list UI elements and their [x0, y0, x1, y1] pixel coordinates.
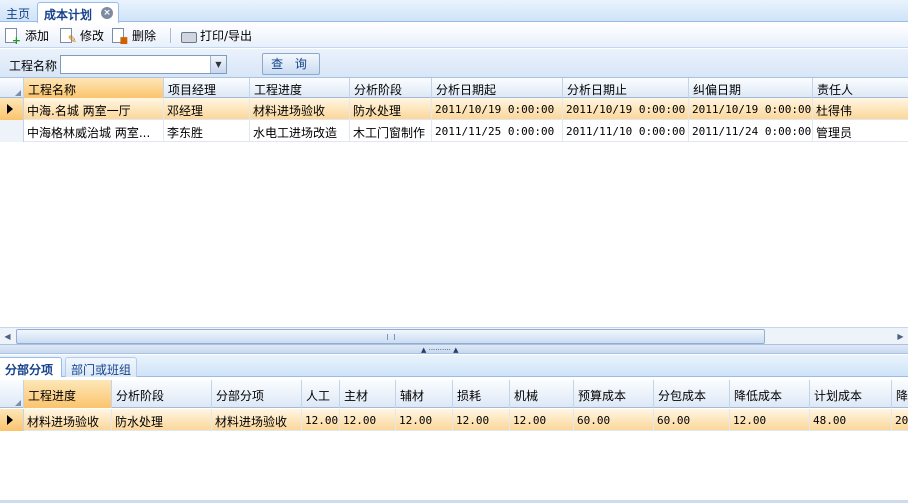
cell-responsible[interactable]: 杜得伟 [813, 98, 908, 120]
cell-progress[interactable]: 水电工进场改造 [250, 120, 350, 142]
scrollbar-thumb[interactable] [16, 329, 765, 344]
detail-grid-header: 工程进度 分析阶段 分部分项 人工 主材 辅材 损耗 机械 预算成本 分包成本 … [0, 380, 908, 408]
col-progress[interactable]: 工程进度 [250, 78, 350, 98]
cell-budget-cost[interactable]: 60.00 [574, 409, 654, 431]
main-grid: 工程名称 项目经理 工程进度 分析阶段 分析日期起 分析日期止 纠偏日期 责任人… [0, 78, 908, 327]
cell-responsible[interactable]: 管理员 [813, 120, 908, 142]
col-analysis-end[interactable]: 分析日期止 [563, 78, 689, 98]
col-analysis-stage[interactable]: 分析阶段 [112, 380, 212, 408]
col-analysis-start[interactable]: 分析日期起 [432, 78, 563, 98]
cell-reduced-cost[interactable]: 12.00 [730, 409, 810, 431]
cell-correction-date[interactable]: 2011/11/24 0:00:00 [689, 120, 813, 142]
detail-tab-bar: 分部分项 部门或班组 [0, 355, 908, 377]
print-export-button[interactable]: 打印/导出 [181, 26, 252, 45]
col-aux-material[interactable]: 辅材 [396, 380, 453, 408]
query-button[interactable]: 查 询 [262, 53, 320, 75]
panel-splitter[interactable]: ▲ ·········· ▲ [0, 344, 908, 354]
col-budget-cost[interactable]: 预算成本 [574, 380, 654, 408]
add-button-label: 添加 [25, 29, 50, 43]
cell-analysis-stage[interactable]: 防水处理 [112, 409, 212, 431]
scroll-grip-icon [387, 334, 395, 340]
delete-button[interactable]: 删除 [110, 26, 157, 46]
cell-project-name[interactable]: 中海格林威治城 两室... [24, 120, 164, 142]
splitter-grip-icon[interactable]: ▲ ·········· ▲ [421, 346, 458, 354]
col-project-name[interactable]: 工程名称 [24, 78, 164, 98]
cell-progress[interactable]: 材料进场验收 [250, 98, 350, 120]
col-sub-item[interactable]: 分部分项 [212, 380, 302, 408]
delete-button-label: 删除 [132, 29, 157, 43]
cell-analysis-end[interactable]: 2011/10/19 0:00:00 [563, 98, 689, 120]
top-tab-bar: 主页 成本计划 × [0, 0, 908, 23]
toolbar: 添加 修改 删除 打印/导出 [0, 23, 908, 48]
cell-project-name[interactable]: 中海.名城 两室一厅 [24, 98, 164, 120]
cell-project-manager[interactable]: 李东胜 [164, 120, 250, 142]
cell-analysis-start[interactable]: 2011/10/19 0:00:00 [432, 98, 563, 120]
cell-main-material[interactable]: 12.00 [340, 409, 396, 431]
project-name-label: 工程名称 [9, 59, 58, 73]
cell-labor[interactable]: 12.00 [302, 409, 340, 431]
cell-machinery[interactable]: 12.00 [510, 409, 574, 431]
cell-analysis-start[interactable]: 2011/11/25 0:00:00 [432, 120, 563, 142]
row-header[interactable] [0, 98, 24, 120]
scroll-right-icon[interactable]: ▶ [893, 329, 908, 344]
tab-home[interactable]: 主页 [0, 2, 36, 23]
toolbar-separator [170, 28, 171, 43]
col-responsible[interactable]: 责任人 [813, 78, 908, 98]
search-bar: 工程名称 ▼ 查 询 [0, 49, 908, 78]
grid-corner[interactable] [0, 78, 24, 98]
cell-analysis-stage[interactable]: 木工门窗制作 [350, 120, 432, 142]
row-header[interactable] [0, 120, 24, 142]
col-subcontract-cost[interactable]: 分包成本 [654, 380, 730, 408]
table-row[interactable]: 中海.名城 两室一厅 邓经理 材料进场验收 防水处理 2011/10/19 0:… [0, 98, 908, 120]
tab-department-team[interactable]: 部门或班组 [65, 357, 138, 377]
col-planned-cost[interactable]: 计划成本 [810, 380, 892, 408]
cell-aux-material[interactable]: 12.00 [396, 409, 453, 431]
cell-analysis-end[interactable]: 2011/11/10 0:00:00 [563, 120, 689, 142]
chevron-down-icon[interactable]: ▼ [210, 56, 226, 73]
scroll-left-icon[interactable]: ◀ [0, 329, 15, 344]
grid-corner[interactable] [0, 380, 24, 408]
cell-sub-item[interactable]: 材料进场验收 [212, 409, 302, 431]
cell-reduction[interactable]: 20 [892, 409, 908, 431]
close-icon[interactable]: × [101, 7, 113, 19]
col-progress[interactable]: 工程进度 [24, 380, 112, 408]
tab-sub-items[interactable]: 分部分项 [0, 357, 62, 377]
cell-correction-date[interactable]: 2011/10/19 0:00:00 [689, 98, 813, 120]
cell-analysis-stage[interactable]: 防水处理 [350, 98, 432, 120]
printer-icon [181, 31, 197, 43]
col-labor[interactable]: 人工 [302, 380, 340, 408]
col-analysis-stage[interactable]: 分析阶段 [350, 78, 432, 98]
table-row[interactable]: 中海格林威治城 两室... 李东胜 水电工进场改造 木工门窗制作 2011/11… [0, 120, 908, 142]
table-row[interactable]: 材料进场验收 防水处理 材料进场验收 12.00 12.00 12.00 12.… [0, 409, 908, 431]
project-name-combobox[interactable]: ▼ [60, 55, 227, 74]
tab-cost-plan[interactable]: 成本计划 × [37, 2, 119, 23]
col-correction-date[interactable]: 纠偏日期 [689, 78, 813, 98]
edit-button-label: 修改 [80, 29, 105, 43]
print-export-button-label: 打印/导出 [200, 29, 253, 43]
cell-planned-cost[interactable]: 48.00 [810, 409, 892, 431]
col-reduced-cost[interactable]: 降低成本 [730, 380, 810, 408]
detail-grid: 工程进度 分析阶段 分部分项 人工 主材 辅材 损耗 机械 预算成本 分包成本 … [0, 380, 908, 500]
current-row-indicator-icon [7, 415, 13, 425]
edit-document-icon [60, 28, 77, 46]
col-main-material[interactable]: 主材 [340, 380, 396, 408]
add-document-icon [5, 28, 21, 47]
cell-project-manager[interactable]: 邓经理 [164, 98, 250, 120]
cell-progress[interactable]: 材料进场验收 [24, 409, 112, 431]
cell-loss[interactable]: 12.00 [453, 409, 510, 431]
col-machinery[interactable]: 机械 [510, 380, 574, 408]
main-grid-header: 工程名称 项目经理 工程进度 分析阶段 分析日期起 分析日期止 纠偏日期 责任人 [0, 78, 908, 98]
col-loss[interactable]: 损耗 [453, 380, 510, 408]
delete-document-icon [112, 28, 128, 46]
col-reduction[interactable]: 降 [892, 380, 908, 408]
horizontal-scrollbar[interactable]: ◀ ▶ [0, 327, 908, 344]
edit-button[interactable]: 修改 [58, 26, 105, 46]
row-header[interactable] [0, 409, 24, 431]
cell-subcontract-cost[interactable]: 60.00 [654, 409, 730, 431]
current-row-indicator-icon [7, 104, 13, 114]
col-project-manager[interactable]: 项目经理 [164, 78, 250, 98]
tab-cost-plan-label: 成本计划 [44, 8, 93, 22]
add-button[interactable]: 添加 [3, 26, 50, 47]
